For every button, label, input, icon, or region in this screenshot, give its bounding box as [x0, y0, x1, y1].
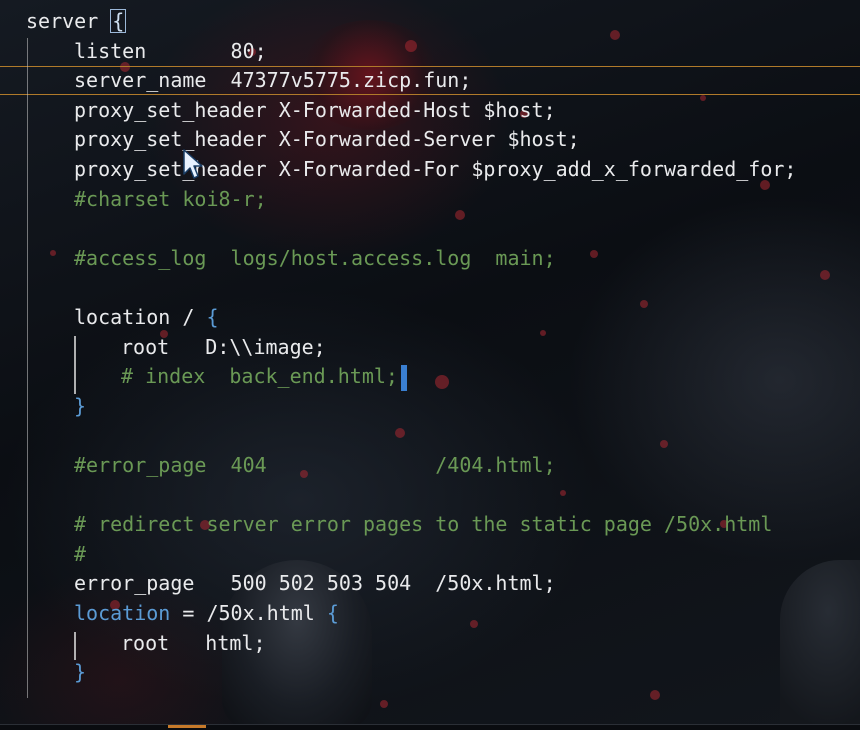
code-token: root D:\\image;	[121, 334, 326, 359]
wallpaper-particle	[455, 210, 465, 220]
code-line[interactable]: error_page 500 502 503 504 /50x.html;	[74, 569, 556, 599]
code-token: location /	[74, 305, 207, 329]
code-line[interactable]: #error_page 404 /404.html;	[74, 451, 556, 481]
code-line[interactable]: proxy_set_header X-Forwarded-For $proxy_…	[74, 155, 796, 185]
code-line[interactable]: proxy_set_header X-Forwarded-Host $host;	[74, 96, 556, 126]
indent-guide	[74, 632, 76, 660]
wallpaper-particle	[640, 300, 648, 308]
code-token: }	[74, 393, 87, 418]
indent-guide	[74, 336, 76, 394]
code-token: location	[74, 601, 171, 625]
wallpaper-particle	[395, 428, 405, 438]
code-line[interactable]: }	[74, 658, 86, 688]
wallpaper-particle	[650, 690, 660, 700]
wallpaper-particle	[435, 375, 449, 389]
text-caret	[400, 364, 407, 391]
code-line[interactable]: # index back_end.html;	[121, 362, 407, 392]
wallpaper-particle	[660, 440, 668, 448]
code-token: proxy_set_header X-Forwarded-Host $host;	[74, 97, 556, 122]
code-line[interactable]: #	[74, 540, 86, 570]
code-comment: # redirect server error pages to the sta…	[74, 512, 773, 537]
code-comment: #charset koi8-r;	[74, 186, 267, 211]
code-line[interactable]: server {	[26, 7, 127, 37]
code-line[interactable]: proxy_set_header X-Forwarded-Server $hos…	[74, 125, 580, 155]
code-line[interactable]: root D:\\image;	[121, 333, 326, 363]
code-token: listen 80;	[74, 38, 267, 63]
wallpaper-particle	[590, 250, 598, 258]
wallpaper-particle	[610, 30, 620, 40]
wallpaper-figure	[780, 560, 860, 730]
code-token: = /50x.html	[170, 601, 327, 625]
wallpaper-particle	[560, 490, 566, 496]
code-line[interactable]: # redirect server error pages to the sta…	[74, 510, 772, 540]
code-line[interactable]: #charset koi8-r;	[74, 185, 267, 215]
wallpaper-particle	[50, 250, 56, 256]
wallpaper-particle	[405, 40, 417, 52]
code-editor[interactable]: server {listen 80; server_name 47377v5775…	[0, 0, 860, 730]
code-token: proxy_set_header X-Forwarded-Server $hos…	[74, 127, 580, 152]
code-comment: # index back_end.html;	[121, 364, 398, 389]
code-line[interactable]: server_name 47377v5775.zicp.fun;	[74, 66, 471, 96]
code-line[interactable]: location = /50x.html {	[74, 599, 339, 629]
code-token: }	[74, 660, 87, 685]
code-comment: #error_page 404 /404.html;	[74, 453, 556, 477]
code-line[interactable]: listen 80;	[74, 37, 267, 67]
bottom-scrollbar[interactable]	[0, 724, 860, 730]
matched-brace: {	[110, 9, 127, 33]
code-token: {	[326, 601, 339, 625]
code-line[interactable]: root html;	[121, 629, 266, 659]
code-token: server_name 47377v5775.zicp.fun;	[74, 68, 472, 93]
code-token: {	[206, 305, 219, 329]
code-token: error_page 500 502 503 504 /50x.html;	[74, 571, 556, 596]
wallpaper-particle	[700, 95, 706, 101]
wallpaper-particle	[380, 700, 388, 708]
wallpaper-particle	[470, 620, 478, 628]
wallpaper-particle	[820, 270, 830, 280]
code-token: server	[26, 9, 111, 33]
indent-guide	[27, 38, 28, 698]
code-comment: #	[74, 541, 87, 566]
code-token: proxy_set_header X-Forwarded-For $proxy_…	[74, 157, 797, 181]
code-line[interactable]: }	[74, 392, 86, 422]
code-line[interactable]: location / {	[74, 303, 219, 333]
wallpaper-particle	[540, 330, 546, 336]
code-comment: #access_log logs/host.access.log main;	[74, 245, 556, 270]
scrollbar-marker	[168, 725, 206, 728]
code-token: root html;	[121, 630, 266, 655]
code-line[interactable]: #access_log logs/host.access.log main;	[74, 244, 556, 274]
